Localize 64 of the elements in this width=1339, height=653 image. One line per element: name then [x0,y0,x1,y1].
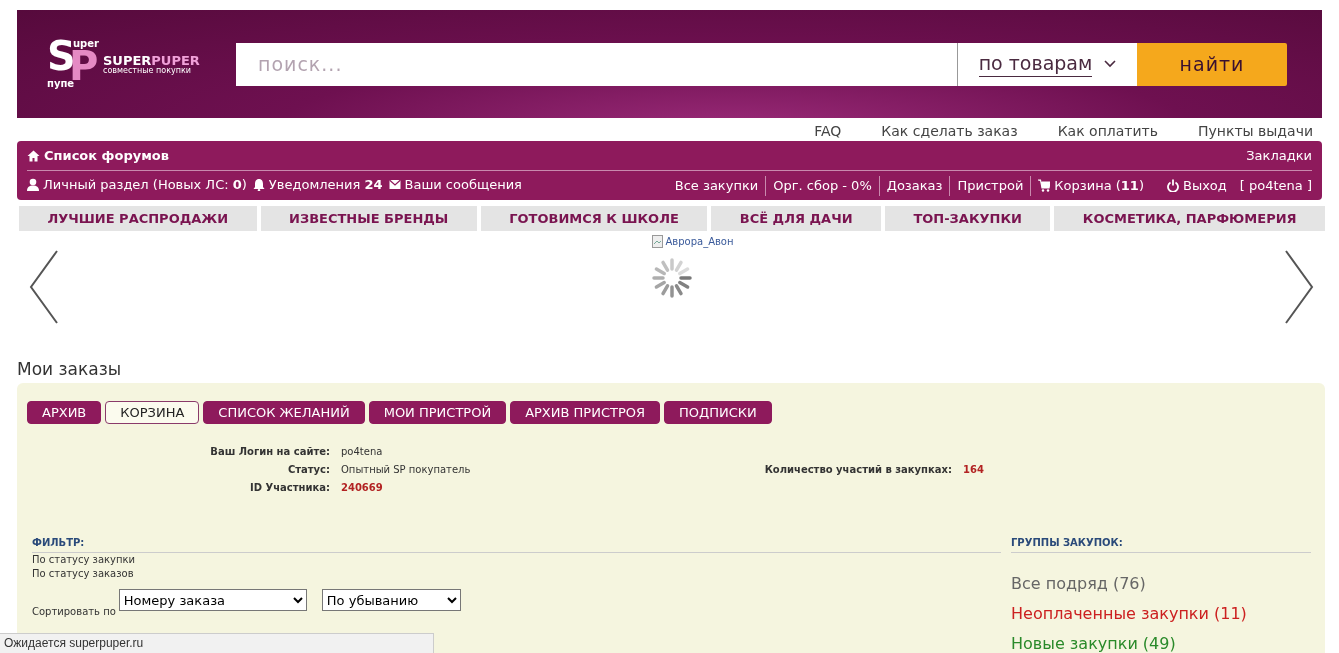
search-field[interactable]: поиск... [236,42,957,86]
logo-text: uper [73,38,99,49]
nav-link[interactable]: Все закупки [667,175,766,196]
browser-status-bar: Ожидается superpuper.ru [0,633,434,653]
nav-link[interactable]: Дозаказ [878,175,950,196]
bookmarks-link[interactable]: Закладки [1246,148,1312,163]
category-tab[interactable]: ГОТОВИМСЯ К ШКОЛЕ [480,206,708,231]
envelope-icon [388,178,401,191]
field-label: Количество участий в закупках: [763,463,952,477]
user-menu-link[interactable]: Уведомления 24 [252,177,383,192]
cart-link[interactable]: Корзина (11) [1030,175,1151,196]
power-icon [1167,179,1179,192]
sort-field-select[interactable]: Номеру заказа [118,589,307,611]
site-tagline: совместные покупки [103,66,192,75]
top-link[interactable]: Как оплатить [1057,123,1158,141]
group-link[interactable]: Все подряд (76) [1011,574,1311,593]
home-icon [27,149,40,162]
loading-spinner-icon [651,258,692,298]
image-alt-text: Аврора_Авон [665,236,734,247]
field-label: Ваш Логин на сайте: [209,445,330,459]
top-link[interactable]: Пункты выдачи [1198,123,1313,141]
orders-tab[interactable]: ПОДПИСКИ [664,401,772,424]
orders-tab[interactable]: МОИ ПРИСТРОЙ [368,401,507,424]
groups-heading: ГРУППЫ ЗАКУПОК: [1011,537,1311,553]
user-menu-link[interactable]: Личный раздел (Новых ЛС: 0) [27,177,247,192]
username-label: [ po4tena ] [1238,178,1312,193]
group-link[interactable]: Неоплаченные закупки (11) [1011,604,1311,623]
page-title: Мои заказы [17,359,123,379]
sort-label: Сортировать по [32,605,116,619]
category-tab[interactable]: ИЗВЕСТНЫЕ БРЕНДЫ [260,206,477,231]
search-scope-select[interactable]: по товарам [957,42,1137,86]
field-value: 240669 [341,481,384,495]
orders-tab[interactable]: АРХИВ [27,401,102,424]
field-label: Статус: [286,463,330,477]
user-icon [27,178,39,191]
category-tab[interactable]: ТОП-ЗАКУПКИ [884,206,1051,231]
bell-icon [252,178,265,191]
orders-tab[interactable]: СПИСОК ЖЕЛАНИЙ [203,401,365,424]
chevron-down-icon [1104,60,1117,68]
field-label: ID Участника: [249,481,330,495]
cart-icon [1038,179,1051,192]
field-value: 164 [963,463,985,477]
nav-link[interactable]: Орг. сбор - 0% [765,175,879,196]
category-tab[interactable]: ВСЁ ДЛЯ ДАЧИ [711,206,881,231]
orders-tab[interactable]: КОРЗИНА [105,401,200,424]
filter-option[interactable]: По статусу закупки [32,553,1001,567]
forum-list-link[interactable]: Список форумов [27,148,169,163]
category-tab[interactable]: ЛУЧШИЕ РАСПРОДАЖИ [19,206,257,231]
group-link[interactable]: Новые закупки (49) [1011,634,1311,653]
logout-link[interactable]: Выход [1161,175,1234,196]
orders-tab[interactable]: АРХИВ ПРИСТРОЯ [510,401,661,424]
field-value: Опытный SP покупатель [341,463,472,477]
broken-image-icon [652,235,665,248]
field-value: po4tena [341,445,384,459]
user-menu-link[interactable]: Ваши сообщения [388,177,522,192]
filter-option[interactable]: По статусу заказов [32,567,1001,581]
top-link[interactable]: Как сделать заказ [881,123,1018,141]
filter-heading: ФИЛЬТР: [32,537,1001,553]
category-tab[interactable]: КОСМЕТИКА, ПАРФЮМЕРИЯ [1054,206,1326,231]
site-name: SUPERPUPER [103,53,200,67]
sort-order-select[interactable]: По убыванию [321,589,461,611]
search-button[interactable]: найти [1137,42,1287,86]
top-link[interactable]: FAQ [814,123,842,141]
nav-link[interactable]: Пристрой [949,175,1031,196]
